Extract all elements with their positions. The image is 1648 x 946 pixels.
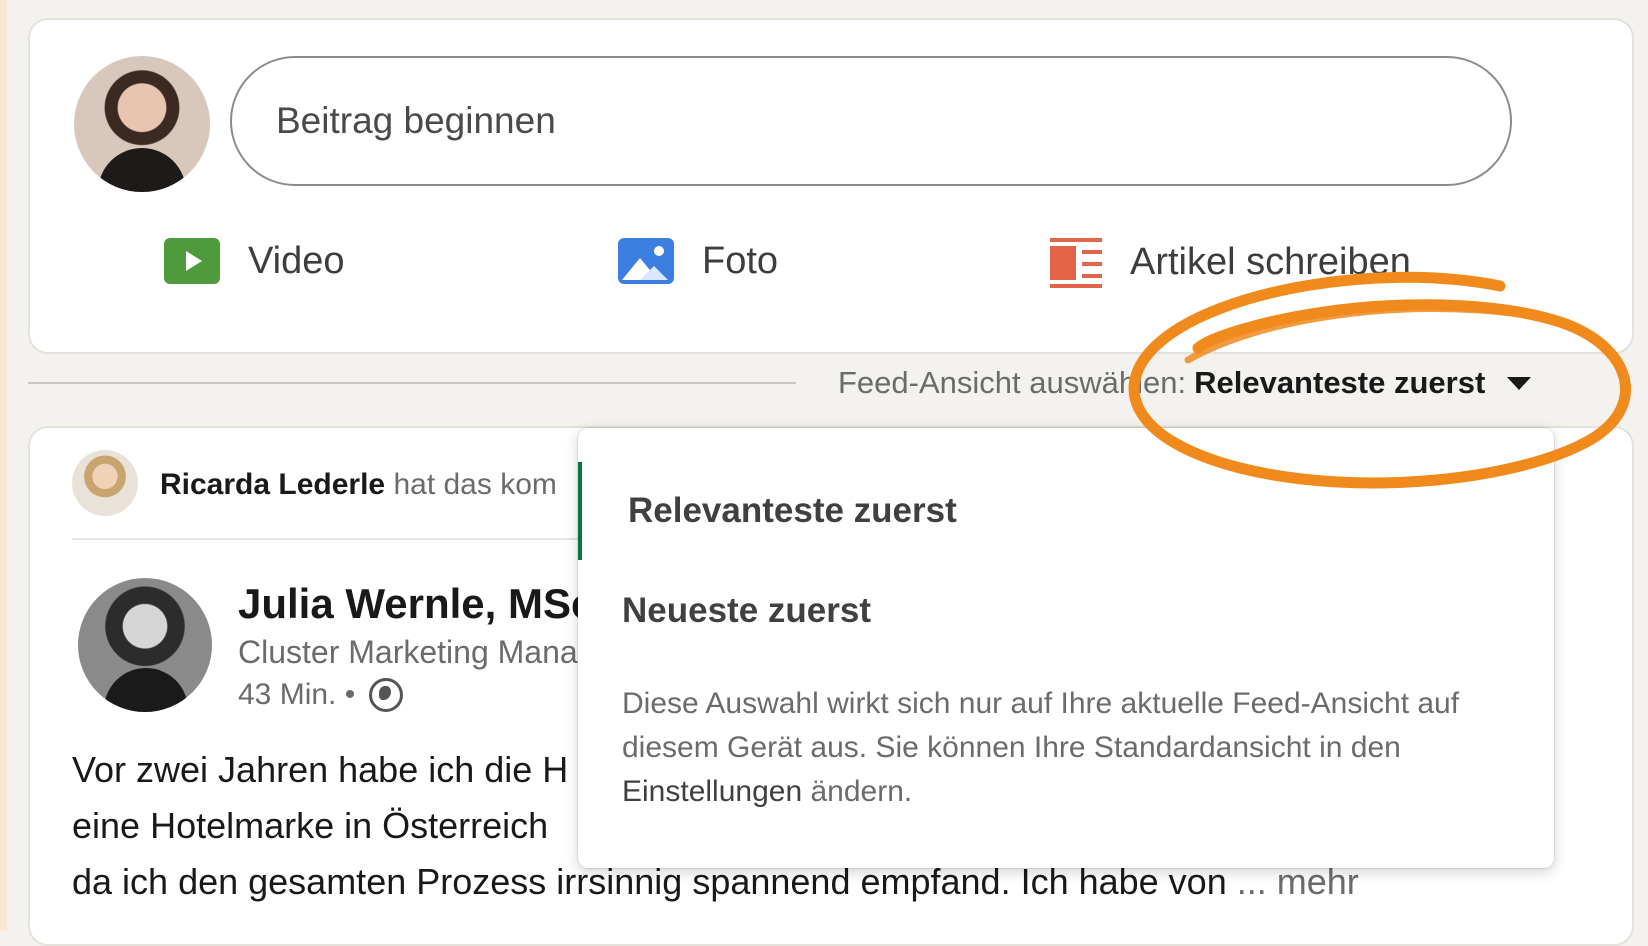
start-post-button[interactable]: Beitrag beginnen xyxy=(230,56,1512,186)
hint-text-end: ändern. xyxy=(802,775,913,808)
post-separator xyxy=(72,538,632,540)
post-composer: Beitrag beginnen Video Foto Artikel schr… xyxy=(28,18,1634,354)
write-article-button[interactable]: Artikel schreiben xyxy=(1050,238,1411,288)
start-post-placeholder: Beitrag beginnen xyxy=(276,100,556,141)
hint-text: Diese Auswahl wirkt sich nur auf Ihre ak… xyxy=(622,687,1460,764)
video-label: Video xyxy=(248,239,345,282)
sort-option-label: Neueste zuerst xyxy=(622,591,871,630)
author-name[interactable]: Julia Wernle, MSc xyxy=(238,580,594,628)
video-button[interactable]: Video xyxy=(164,238,345,284)
feed-divider xyxy=(28,382,796,384)
sort-option-label: Relevanteste zuerst xyxy=(628,491,957,530)
actor-name[interactable]: Ricarda Lederle xyxy=(160,468,385,501)
article-icon xyxy=(1050,238,1102,288)
author-role: Cluster Marketing Mana xyxy=(238,634,578,670)
feed-sort-label: Feed-Ansicht auswählen: xyxy=(838,365,1187,400)
write-article-label: Artikel schreiben xyxy=(1130,240,1411,283)
settings-link[interactable]: Einstellungen xyxy=(622,775,802,808)
page-edge xyxy=(0,0,7,931)
author-avatar[interactable] xyxy=(78,578,212,712)
sort-menu-hint: Diese Auswahl wirkt sich nur auf Ihre ak… xyxy=(622,682,1502,814)
photo-button[interactable]: Foto xyxy=(618,238,778,284)
feed-sort-menu: Relevanteste zuerst Neueste zuerst Diese… xyxy=(578,428,1554,868)
feed-sort-value: Relevanteste zuerst xyxy=(1194,365,1486,400)
feed-sort-dropdown[interactable]: Feed-Ansicht auswählen: Relevanteste zue… xyxy=(838,365,1532,401)
video-icon xyxy=(164,238,220,284)
actor-action: hat das kom xyxy=(393,468,557,501)
photo-label: Foto xyxy=(702,239,779,282)
avatar[interactable] xyxy=(74,56,210,192)
post-actor-line: Ricarda Lederle hat das kom xyxy=(160,468,557,502)
actor-avatar[interactable] xyxy=(72,450,138,516)
sort-option-recent[interactable]: Neueste zuerst xyxy=(578,562,1554,660)
post-time: 43 Min. • xyxy=(238,678,404,712)
photo-icon xyxy=(618,238,674,284)
sort-option-relevant[interactable]: Relevanteste zuerst xyxy=(578,462,1554,560)
caret-down-icon xyxy=(1507,376,1532,390)
post-time-text: 43 Min. • xyxy=(238,678,356,711)
globe-icon xyxy=(369,678,404,712)
